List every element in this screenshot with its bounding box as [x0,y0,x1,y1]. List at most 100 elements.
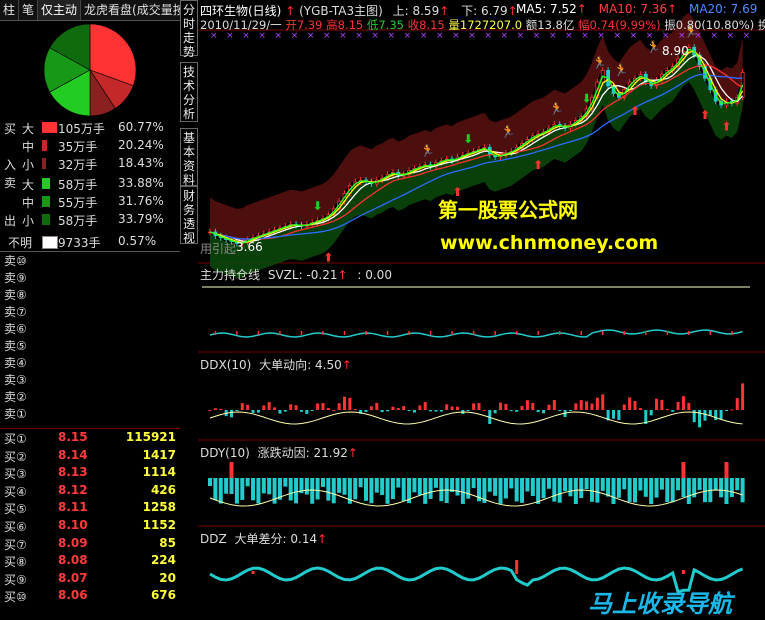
indicator-name: (YGB-TA3主图) [299,4,383,18]
capital-flow-pie [0,20,180,120]
capital-flow-table: 买 入 卖 出 大 105万手 60.77% 中 35万手 20.24% 小 32万手 18.4… [0,118,180,252]
ddy-bar [649,478,654,504]
ddy-bar [541,478,546,499]
ddx-bar [262,405,266,410]
buy-level-price: 8.12 [58,482,88,497]
tab-financials[interactable]: 财务透视 [180,186,198,245]
tab-active-only[interactable]: 仅主动 [38,0,82,20]
order-book-sell-row: 卖⑦ [0,303,180,320]
ddy-bar [552,478,557,502]
sell-level-label: 卖⑦ [4,305,27,319]
ddy-bar [633,478,638,503]
ddx-bar [407,410,411,411]
tab-fundamentals[interactable]: 基本资料 [180,128,198,187]
flow-volume: 32万手 [58,158,98,172]
ddy-bar [251,478,256,501]
ddy-bar [342,478,347,495]
order-book-buy-row: 买⑨ 8.07 20 [0,571,180,588]
ddx-bar [660,399,664,410]
ddx-bar [332,409,336,411]
order-book-buy-row: 买⑥ 8.10 1152 [0,518,180,535]
ddx-bar [601,394,605,410]
change-value: 幅0.74(9.99%) [578,18,661,32]
ddx-bar [251,410,255,413]
ddx-bar [439,410,443,412]
buy-level-label: 买⑧ [4,555,27,570]
watermark-site-name: 第一股票公式网 [438,198,578,222]
ddx-bar [509,410,513,412]
svzl-header: 主力持仓线 SVZL: -0.21↑ : 0.00 [200,266,392,283]
sell-level-label: 卖⑥ [4,322,27,336]
ddy-bar [380,478,385,496]
ddy-bar [568,478,573,497]
ddx-bar [735,398,739,410]
chart-area[interactable]: × × × × × × × × × × × × × × × × × × × × × × × × × × × × × × × × × × ⬆ ⬆ ⬆ ⬆ ⬆ ⬆… [198,0,765,620]
tab-bar[interactable]: 柱 [0,0,20,20]
ddx-bar [536,410,540,413]
tab-dragon-tiger[interactable]: 龙虎看盘(成交量按 [81,0,189,20]
ddy-bar [401,478,406,501]
ddx-bar [676,401,680,410]
ddx-bar [321,403,325,410]
flow-bar [42,158,46,169]
ddy-bar [579,478,584,499]
ddy-bar [670,478,675,503]
sell-level-label: 卖① [4,407,27,421]
ddx-bar [472,403,476,410]
ddx-bar [493,410,497,414]
ddy-bar [471,478,476,489]
ddy-bar [385,478,390,504]
buy-level-label: 买④ [4,484,27,499]
ddx-bar [396,408,400,410]
flow-pct: 33.79% [118,212,164,226]
tab-technical[interactable]: 技术分析 [180,62,198,122]
ddy-bar [374,478,379,493]
ddx-bar [213,408,217,410]
lower-value: 下: 6.79 [461,4,508,18]
ddy-bar [331,478,336,504]
ddx-bar [579,400,583,410]
ddy-bar [310,478,315,504]
buy-level-price: 8.07 [58,570,88,585]
flow-unknown-volume: 9733手 [58,236,101,250]
ddy-bar [304,478,309,495]
order-book-sell-row: 卖⑤ [0,337,180,354]
ddy-bar [229,462,234,478]
tab-tick[interactable]: 笔 [19,0,39,20]
sell-arrow-icon: ⬇ [582,92,592,106]
order-book-sell-row: 卖⑨ [0,269,180,286]
ddy-bar [659,478,664,490]
ddy-bar [428,478,433,499]
order-book-buy-row: 买⑦ 8.09 85 [0,536,180,553]
ddx-bar [219,408,223,410]
up-arrow-icon: ↑ [341,358,352,372]
ddy-bar [288,478,293,501]
flow-size-label: 小 [22,214,35,228]
ddx-bar [412,410,416,413]
up-arrow-icon: ↑ [576,2,587,16]
tab-intraday[interactable]: 分时走势 [180,0,198,59]
ddy-bar [530,478,535,497]
low-value: 低7.35 [366,18,404,32]
ddx-bar [402,406,406,410]
upper-value: 上: 8.59 [392,4,440,18]
ddy-bar [584,478,589,490]
ddx-bar [256,410,260,413]
ddy-bar [315,478,320,500]
flow-volume: 58万手 [58,214,98,228]
ddx-bar [423,402,427,410]
flow-row: 小 58万手 33.79% [0,211,180,228]
buy-arrow-icon: ⬆ [533,158,543,172]
ddy-value: 21.92 [313,446,348,460]
ddy-bar [261,478,266,494]
ddx-bar [590,403,594,410]
high-value: 高8.15 [326,18,364,32]
ddx-bar [552,400,556,410]
buy-level-label: 买⑨ [4,572,27,587]
buy-level-label: 买① [4,432,27,446]
ddx-bar [316,403,320,410]
volume-value: 量1727207.0 [448,18,523,32]
up-arrow-icon: ↑ [337,268,348,282]
order-book: 卖⑩ 卖⑨ 卖⑧ 卖⑦ 卖⑥ 卖⑤ 卖④ 卖③ 卖② 卖① 买① 8.15 115921 买② 8.14 14… [0,252,180,620]
ddx-bar [655,398,659,410]
